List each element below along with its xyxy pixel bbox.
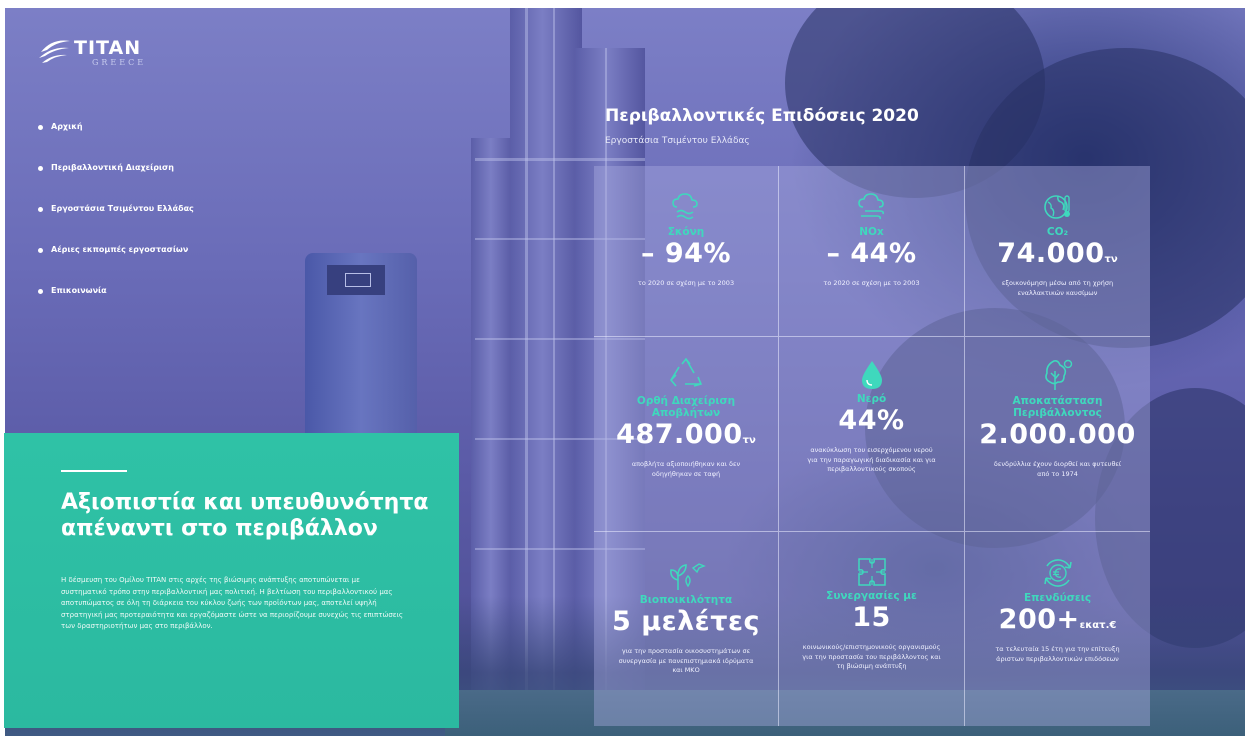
bullet-icon	[38, 166, 43, 171]
stat-description: αποβλήτα αξιοποιήθηκαν και δεν οδηγήθηκα…	[631, 460, 741, 478]
bullet-icon	[38, 125, 43, 130]
logo-wordmark: TITAN	[74, 37, 142, 59]
stat-description: για την προστασία οικοσυστημάτων σε συνε…	[618, 647, 754, 674]
stat-value: 15	[852, 602, 891, 633]
stat-label: Βιοποικιλότητα	[639, 594, 733, 606]
stat-restoration: Αποκατάσταση Περιβάλλοντος 2.000.000 δεν…	[965, 337, 1150, 532]
silo-logo	[345, 273, 371, 287]
stat-co2: CO₂ 74.000τν εξοικονόμηση μέσω από τη χρ…	[965, 166, 1150, 337]
stat-label: Ορθή Διαχείριση Αποβλήτων	[636, 395, 736, 419]
panel-heading: Αξιοπιστία και υπευθυνότητα απέναντι στο…	[61, 490, 429, 541]
stat-label: Επενδύσεις	[1023, 592, 1092, 604]
stats-grid: Σκόνη – 94% το 2020 σε σχέση με το 2003 …	[594, 166, 1150, 726]
stat-description: ανακύκλωση του εισερχόμενου νερού για τη…	[807, 446, 936, 473]
stat-description: εξοικονόμηση μέσω από τη χρήση εναλλακτι…	[1001, 279, 1114, 297]
stat-label: Συνεργασίες με	[826, 590, 917, 602]
side-navigation: Αρχική Περιβαλλοντική Διαχείριση Εργοστά…	[38, 122, 194, 327]
cloud-wind-icon	[857, 193, 884, 220]
panel-text: Η δέσμευση του Ομίλου TITAN στις αρχές τ…	[61, 576, 404, 630]
stat-partnerships: Συνεργασίες με 15 κοινωνικούς/επιστημονι…	[779, 532, 965, 726]
bullet-icon	[38, 289, 43, 294]
stat-value: 5 μελέτες	[612, 606, 760, 637]
nav-item-label: Περιβαλλοντική Διαχείριση	[51, 163, 174, 172]
stat-value: 487.000τν	[616, 419, 756, 450]
stat-label: NOx	[859, 226, 884, 238]
intro-panel: Αξιοπιστία και υπευθυνότητα απέναντι στο…	[4, 433, 459, 728]
stat-description: κοινωνικούς/επιστημονικούς οργανισμούς γ…	[802, 643, 941, 670]
stat-label: Νερό	[856, 393, 887, 405]
bullet-icon	[38, 248, 43, 253]
stat-description: δενδρύλλια έχουν διορθεί και φυτευθεί απ…	[993, 460, 1122, 478]
panel-divider	[61, 470, 127, 472]
stat-water: Νερό 44% ανακύκλωση του εισερχόμενου νερ…	[779, 337, 965, 532]
stat-value: – 94%	[640, 238, 732, 269]
water-drop-icon	[861, 361, 882, 389]
titan-logo[interactable]: TITAN GREECE	[38, 34, 168, 74]
bullet-icon	[38, 207, 43, 212]
nav-item-label: Αέριες εκπομπές εργοστασίων	[51, 245, 189, 254]
plant-bird-icon	[670, 563, 706, 590]
nav-item-label: Αρχική	[51, 122, 83, 131]
stat-value: – 44%	[826, 238, 917, 269]
recycle-icon	[669, 357, 703, 387]
stat-value: 74.000τν	[997, 238, 1118, 269]
puzzle-icon	[857, 558, 886, 586]
stat-label: CO₂	[1046, 226, 1069, 238]
nav-item-label: Εργοστάσια Τσιμέντου Ελλάδας	[51, 204, 194, 213]
stat-value: 200+εκατ.€	[998, 604, 1117, 635]
tree-icon	[1044, 359, 1072, 390]
page-title: Περιβαλλοντικές Επιδόσεις 2020	[605, 106, 919, 126]
stat-description: το 2020 σε σχέση με το 2003	[637, 279, 735, 287]
globe-thermometer-icon	[1043, 195, 1070, 219]
titan-swoosh-icon	[39, 40, 70, 63]
euro-cycle-icon	[1043, 559, 1072, 587]
nav-item-home[interactable]: Αρχική	[38, 122, 194, 163]
page-subtitle: Εργοστάσια Τσιμέντου Ελλάδας	[605, 136, 750, 146]
stat-description: τα τελευταία 15 έτη για την επίτευξη άρι…	[995, 645, 1120, 663]
nav-item-cement-plants[interactable]: Εργοστάσια Τσιμέντου Ελλάδας	[38, 204, 194, 245]
stat-dust: Σκόνη – 94% το 2020 σε σχέση με το 2003	[594, 166, 779, 337]
stat-waste: Ορθή Διαχείριση Αποβλήτων 487.000τν αποβ…	[594, 337, 779, 532]
logo-subtitle: GREECE	[92, 58, 147, 67]
nav-item-gas-emissions[interactable]: Αέριες εκπομπές εργοστασίων	[38, 245, 194, 286]
nav-item-environmental-management[interactable]: Περιβαλλοντική Διαχείριση	[38, 163, 194, 204]
stat-investments: Επενδύσεις 200+εκατ.€ τα τελευταία 15 έτ…	[965, 532, 1150, 726]
stat-value: 44%	[838, 405, 905, 436]
stat-biodiversity: Βιοποικιλότητα 5 μελέτες για την προστασ…	[594, 532, 779, 726]
stat-value: 2.000.000	[979, 419, 1136, 450]
stat-label: Αποκατάσταση Περιβάλλοντος	[1012, 395, 1103, 419]
stat-label: Σκόνη	[667, 226, 705, 238]
stat-description: το 2020 σε σχέση με το 2003	[823, 279, 920, 287]
cloud-dust-icon	[672, 193, 698, 220]
tower-beam	[475, 158, 645, 161]
stat-nox: NOx – 44% το 2020 σε σχέση με το 2003	[779, 166, 965, 337]
nav-item-label: Επικοινωνία	[51, 286, 107, 295]
nav-item-contact[interactable]: Επικοινωνία	[38, 286, 194, 327]
